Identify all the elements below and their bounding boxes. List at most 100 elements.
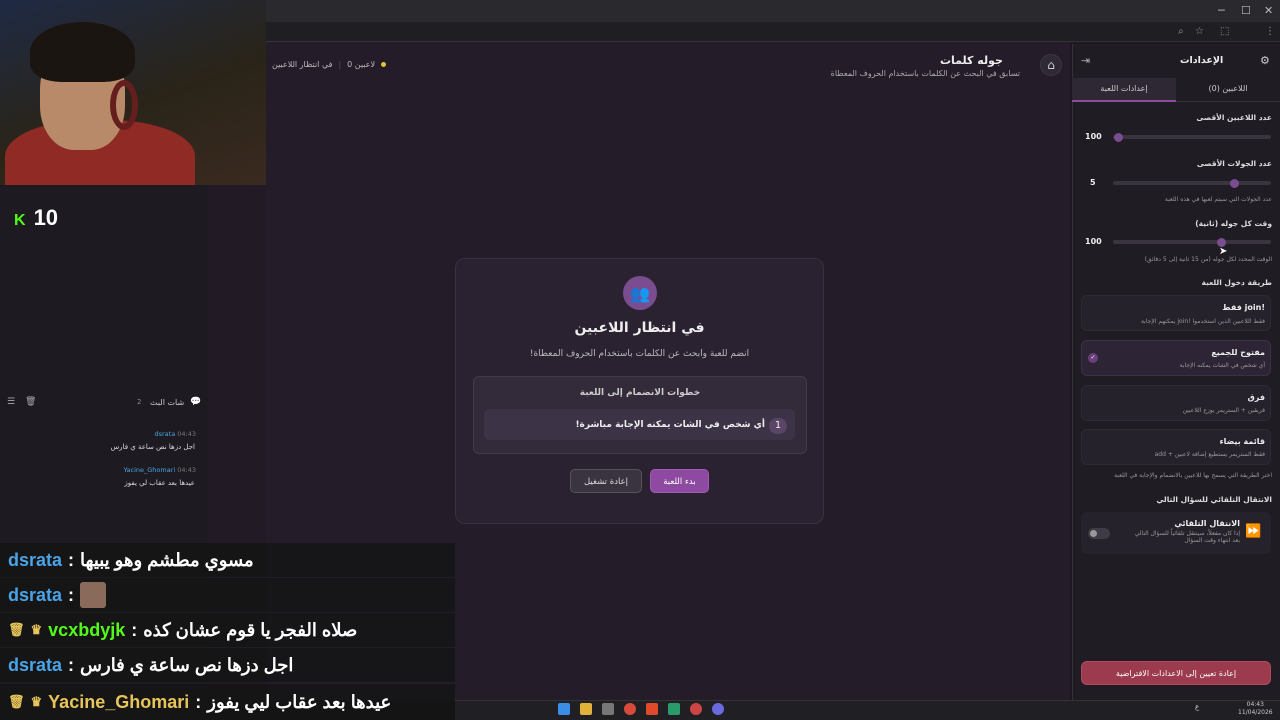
overlay-message: 🗑 ♛ Yacine_Ghomari: عيدها بعد عقاب ليي يفوز: [0, 684, 455, 720]
overlay-user: dsrata: [8, 549, 63, 570]
chat-user-line: Yacine_Ghomari 04:43: [10, 466, 196, 474]
tab-game-settings-label[interactable]: إعدادات اللعبة: [1072, 84, 1176, 93]
option-open-all[interactable]: [1081, 340, 1271, 376]
webcam-feed: [0, 0, 266, 185]
taskbar: [455, 700, 1280, 720]
overlay-text: مسوي مطشم وهو يبيها: [80, 549, 254, 570]
option-desc: فقط الستريمر يستطيع إضافة لاعبين + add: [1154, 451, 1265, 458]
step-text: أي شخص في الشات يمكنه الإجابة مباشرة!: [575, 420, 765, 430]
option-title: مفتوح للجميع: [1211, 348, 1265, 357]
crown-icon: ♛: [30, 622, 43, 637]
round-time-label: وقت كل جوله (ثانية): [1195, 219, 1272, 228]
start-game-button[interactable]: بدء اللعبة: [650, 469, 709, 493]
mod-badge-icon: 🗑: [8, 694, 25, 709]
max-players-slider[interactable]: [1113, 135, 1271, 139]
trash-icon[interactable]: 🗑: [25, 397, 36, 407]
viewer-count: 10: [33, 205, 59, 230]
chrome-icon[interactable]: [624, 703, 636, 715]
step-number: 1: [769, 418, 787, 434]
status-waiting: في انتظار اللاعبين: [272, 60, 333, 69]
max-players-value: 100: [1085, 132, 1102, 141]
language-indicator[interactable]: ع: [1195, 703, 1199, 711]
app2-icon[interactable]: [668, 703, 680, 715]
option-teams[interactable]: [1081, 385, 1271, 421]
overlay-user: dsrata: [8, 584, 63, 605]
emote-image: [80, 582, 107, 608]
option-join-only[interactable]: [1081, 295, 1271, 331]
option-title: !join فقط: [1222, 303, 1265, 312]
overlay-user: vcxbdyjk: [48, 619, 126, 640]
option-title: فرق: [1247, 393, 1265, 402]
chat-count: 2: [137, 398, 142, 406]
kick-logo-icon: K: [14, 212, 26, 229]
entry-method-hint: اختر الطريقة التي يسمح بها للاعبين بالان…: [1114, 472, 1272, 479]
chat-message: اجل دزها نص ساعة ي فارس: [110, 443, 195, 451]
gear-icon: ⚙: [1260, 54, 1270, 67]
close-icon[interactable]: ✕: [1264, 4, 1273, 17]
max-players-slider-handle[interactable]: [1114, 133, 1123, 142]
entry-method-label: طريقة دخول اللعبة: [1201, 278, 1272, 287]
minimize-icon[interactable]: ─: [1218, 4, 1225, 17]
chat-username: dsrata: [154, 430, 176, 438]
chat-icon: 💬: [190, 397, 202, 407]
chat-message: عيدها بعد عقاب لي يفوز: [124, 479, 195, 487]
max-players-label: عدد اللاعبين الأقصى: [1196, 113, 1272, 122]
app3-icon[interactable]: [690, 703, 702, 715]
chat-user-line: dsrata 04:43: [10, 430, 196, 438]
page-subtitle: تسابق في البحث عن الكلمات باستخدام الحرو…: [830, 69, 1020, 78]
crown-icon: ♛: [30, 694, 43, 709]
kick-viewer-count: K 10: [14, 205, 58, 231]
auto-next-title: الانتقال التلقائي: [1174, 519, 1240, 528]
menu-icon[interactable]: ⋮: [1265, 26, 1275, 37]
home-button[interactable]: ⌂: [1040, 54, 1062, 76]
max-rounds-slider-handle[interactable]: [1230, 179, 1239, 188]
check-icon: ✓: [1088, 353, 1098, 363]
max-rounds-slider[interactable]: [1113, 181, 1271, 185]
players-icon: 👥: [623, 276, 657, 310]
max-rounds-hint: عدد الجولات التي سيتم لعبها في هذه اللعب…: [1164, 196, 1272, 203]
overlay-text: صلاه الفجر يا قوم عشان كذه: [143, 619, 358, 640]
overlay-message: dsrata:: [0, 578, 455, 612]
option-desc: فريقين + الستريمر يوزع اللاعبين: [1182, 407, 1265, 414]
overlay-message: 🗑 ♛ vcxbdyjk: صلاه الفجر يا قوم عشان كذه: [0, 613, 455, 647]
collapse-panel-icon[interactable]: ⇥: [1081, 54, 1090, 67]
game-status: في انتظار اللاعبين | 0 لاعبين: [272, 60, 387, 69]
auto-next-toggle[interactable]: [1088, 528, 1110, 539]
option-title: قائمة بيضاء: [1219, 437, 1266, 446]
join-steps-title: خطوات الانضمام إلى اللعبة: [579, 388, 701, 398]
clock-time: 04:43: [1246, 701, 1264, 708]
headset-icon: [110, 80, 138, 130]
home-icon: ⌂: [1047, 58, 1055, 72]
clock-date: 11/04/2026: [1238, 709, 1273, 716]
overlay-user: dsrata: [8, 654, 63, 675]
filter-icon[interactable]: ☰: [7, 397, 15, 407]
discord-icon[interactable]: [712, 703, 724, 715]
star-icon[interactable]: ☆: [1195, 26, 1204, 37]
browser-toolbar: [266, 22, 1280, 42]
auto-next-desc: إذا كان مفعلاً، سينتقل تلقائياً للسؤال ا…: [1134, 530, 1240, 544]
chat-time: 04:43: [177, 466, 196, 474]
option-whitelist[interactable]: [1081, 429, 1271, 465]
app-icon[interactable]: [602, 703, 614, 715]
overlay-message: dsrata: اجل دزها نص ساعة ي فارس: [0, 648, 455, 682]
card-title: في انتظار اللاعبين: [574, 320, 705, 336]
settings-title: الإعدادات: [1180, 55, 1224, 66]
chat-time: 04:43: [177, 430, 196, 438]
extension-icon[interactable]: ⬚: [1220, 26, 1229, 37]
chat-username: Yacine_Ghomari: [123, 466, 176, 474]
max-rounds-value: 5: [1090, 178, 1096, 187]
maximize-icon[interactable]: ☐: [1241, 4, 1251, 17]
brave-icon[interactable]: [646, 703, 658, 715]
mod-badge-icon: 🗑: [8, 622, 25, 637]
restart-button[interactable]: إعادة تشغيل: [570, 469, 642, 493]
round-time-slider[interactable]: [1113, 240, 1271, 244]
reset-defaults-button[interactable]: إعادة تعيين إلى الاعدادات الافتراضية: [1081, 661, 1271, 685]
option-desc: فقط اللاعبين الذين استخدموا !join يمكنهم…: [1140, 318, 1265, 325]
folder-icon[interactable]: [580, 703, 592, 715]
overlay-text: اجل دزها نص ساعة ي فارس: [80, 654, 294, 675]
tab-players[interactable]: اللاعبين (0): [1176, 84, 1280, 93]
card-subtitle: انضم للعبة وابحث عن الكلمات باستخدام الح…: [529, 349, 750, 359]
search-icon[interactable]: ⌕: [1178, 26, 1184, 37]
start-icon[interactable]: [558, 703, 570, 715]
overlay-text: عيدها بعد عقاب ليي يفوز: [207, 691, 392, 712]
